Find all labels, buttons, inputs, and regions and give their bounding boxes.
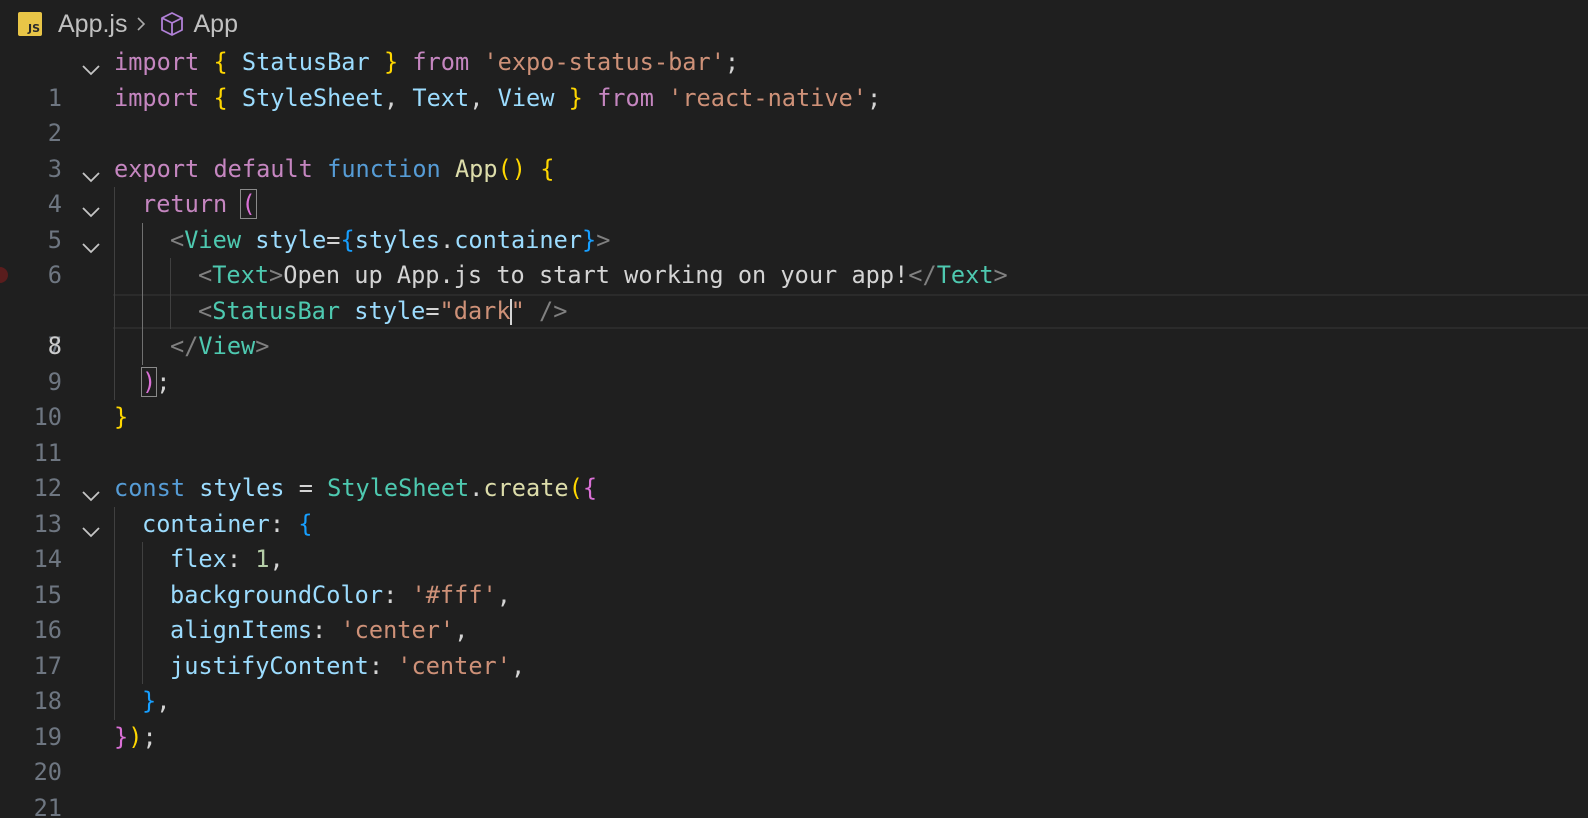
- code-line-current[interactable]: 8 <StatusBar style="dark" />: [0, 293, 1588, 360]
- code-text: </View>: [170, 332, 270, 360]
- indent-guide: [142, 258, 143, 294]
- code-text: }: [114, 403, 129, 431]
- code-line[interactable]: 17 alignItems: 'center',: [0, 613, 1588, 680]
- chevron-down-icon[interactable]: [80, 196, 102, 218]
- code-text: <StatusBar style="dark" />: [198, 296, 568, 325]
- code-line[interactable]: 15 flex: 1,: [0, 542, 1588, 609]
- chevron-down-icon[interactable]: [80, 480, 102, 502]
- code-text: import { StyleSheet, Text, View } from '…: [114, 83, 882, 112]
- indent-guide: [142, 542, 143, 578]
- code-line[interactable]: 4 export default function App() {: [0, 152, 1588, 219]
- indent-guide: [114, 648, 115, 684]
- indent-guide: [114, 187, 115, 223]
- indent-guide: [114, 364, 115, 400]
- breadcrumb-symbol[interactable]: App: [193, 10, 237, 39]
- code-text: export default function App() {: [114, 154, 555, 183]
- code-line[interactable]: 3: [0, 116, 1588, 183]
- code-text: },: [142, 687, 171, 715]
- indent-guide: [114, 684, 115, 720]
- indent-guide: [114, 506, 115, 542]
- code-text: <Text>Open up App.js to start working on…: [198, 261, 1008, 289]
- indent-guide: [114, 613, 115, 649]
- code-line[interactable]: 11 }: [0, 400, 1588, 467]
- code-line[interactable]: 9 </View>: [0, 329, 1588, 396]
- code-line[interactable]: 21: [0, 755, 1588, 818]
- indent-guide: [114, 258, 115, 294]
- code-line[interactable]: 7 <Text>Open up App.js to start working …: [0, 258, 1588, 360]
- code-editor[interactable]: JS App.js App 1 import { StatusBar } fro…: [0, 0, 1588, 818]
- code-text: flex: 1,: [170, 545, 284, 573]
- chevron-down-icon[interactable]: [80, 232, 102, 253]
- indent-guide: [170, 293, 171, 329]
- code-text: const styles = StyleSheet.create({: [114, 474, 598, 502]
- indent-guide: [142, 648, 143, 684]
- indent-guide: [142, 577, 143, 613]
- indent-guide: [170, 258, 171, 294]
- code-area[interactable]: 1 import { StatusBar } from 'expo-status…: [0, 45, 1588, 818]
- indent-guide: [142, 293, 143, 329]
- js-file-icon: JS: [18, 12, 42, 36]
- code-text: backgroundColor: '#fff',: [170, 580, 511, 609]
- chevron-right-icon: [135, 13, 151, 35]
- code-text: });: [114, 722, 157, 751]
- chevron-down-icon[interactable]: [80, 161, 102, 182]
- code-text: alignItems: 'center',: [170, 616, 469, 644]
- indent-guide: [114, 542, 115, 578]
- indent-guide: [114, 329, 115, 365]
- breadcrumb-file[interactable]: App.js: [58, 10, 127, 39]
- code-text: import { StatusBar } from 'expo-status-b…: [114, 48, 740, 76]
- chevron-down-icon[interactable]: [80, 54, 102, 76]
- code-text: <View style={styles.container}>: [170, 225, 611, 254]
- indent-guide: [114, 222, 115, 258]
- indent-guide: [114, 577, 115, 613]
- indent-guide: [114, 293, 115, 329]
- line-number: 21: [33, 793, 62, 818]
- code-line[interactable]: 19 },: [0, 684, 1588, 751]
- code-text: return (: [142, 189, 257, 219]
- code-line[interactable]: 13 const styles = StyleSheet.create({: [0, 471, 1588, 538]
- code-line[interactable]: 6 <View style={styles.container}>: [0, 222, 1588, 289]
- code-line[interactable]: 10 );: [0, 364, 1588, 431]
- code-text: );: [140, 366, 171, 397]
- code-line[interactable]: 16 backgroundColor: '#fff',: [0, 577, 1588, 644]
- indent-guide: [142, 329, 143, 365]
- breakpoint-dot-icon[interactable]: [0, 267, 8, 283]
- code-line[interactable]: 1 import { StatusBar } from 'expo-status…: [0, 45, 1588, 112]
- code-text: container: {: [142, 509, 313, 538]
- indent-guide: [142, 613, 143, 649]
- code-line[interactable]: 5 return (: [0, 187, 1588, 254]
- chevron-down-icon[interactable]: [80, 516, 102, 537]
- code-line[interactable]: 14 container: {: [0, 506, 1588, 573]
- breadcrumb: JS App.js App: [0, 0, 1588, 48]
- code-line[interactable]: 2 import { StyleSheet, Text, View } from…: [0, 81, 1588, 148]
- code-line[interactable]: 18 justifyContent: 'center',: [0, 648, 1588, 715]
- code-text: justifyContent: 'center',: [170, 651, 526, 680]
- code-line[interactable]: 12: [0, 436, 1588, 502]
- cube-icon: [159, 11, 185, 37]
- indent-guide: [142, 222, 143, 258]
- code-line[interactable]: 20 });: [0, 720, 1588, 787]
